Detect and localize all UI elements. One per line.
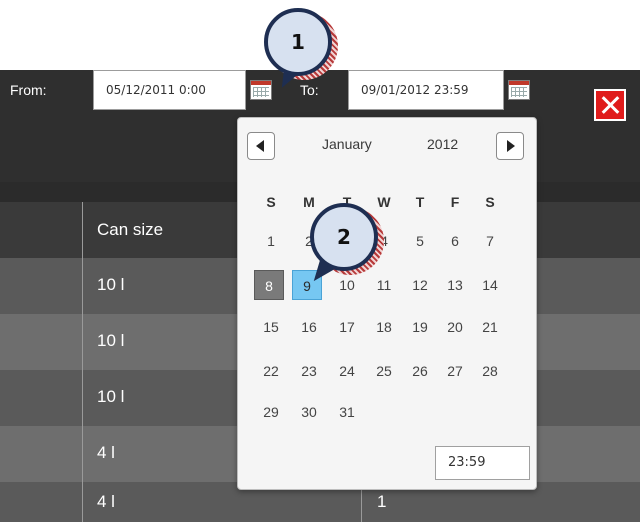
weekday-label: S	[266, 194, 276, 210]
calendar-day[interactable]: 15	[256, 312, 286, 342]
table-cell-can-size: 10 l	[97, 387, 125, 406]
column-divider	[82, 202, 83, 522]
calendar-day[interactable]: 25	[369, 356, 399, 386]
calendar-day[interactable]: 29	[256, 397, 286, 427]
calendar-day[interactable]: 26	[405, 356, 435, 386]
calendar-day[interactable]: 14	[475, 270, 505, 300]
calendar-day[interactable]: 7	[475, 226, 505, 256]
time-input[interactable]: 23:59	[435, 446, 530, 480]
calendar-day-today[interactable]: 8	[254, 270, 284, 300]
to-label: To:	[300, 82, 319, 98]
table-cell-can-size: 10 l	[97, 331, 125, 350]
calendar-day[interactable]: 22	[256, 356, 286, 386]
chevron-right-icon[interactable]	[496, 132, 524, 160]
to-date-input[interactable]: 09/01/2012 23:59	[348, 70, 504, 110]
calendar-day[interactable]: 27	[440, 356, 470, 386]
calendar-day[interactable]: 16	[294, 312, 324, 342]
table-cell-can-size: 4 l	[97, 443, 115, 462]
calendar-day[interactable]: 17	[332, 312, 362, 342]
calendar-day[interactable]: 6	[440, 226, 470, 256]
calendar-icon[interactable]	[250, 80, 272, 100]
weekday-label: S	[485, 194, 495, 210]
calendar-day[interactable]: 23	[294, 356, 324, 386]
close-icon[interactable]	[594, 89, 626, 121]
calendar-year[interactable]: 2012	[427, 136, 458, 152]
from-date-input[interactable]: 05/12/2011 0:00	[93, 70, 246, 110]
date-picker-popup: January 2012 S M T W T F S 1 2 3 4 5 6 7…	[237, 117, 537, 490]
from-label: From:	[10, 82, 47, 98]
weekday-label: F	[450, 194, 460, 210]
calendar-day[interactable]: 12	[405, 270, 435, 300]
callout-badge: 1	[264, 8, 332, 76]
chevron-left-icon[interactable]	[247, 132, 275, 160]
weekday-label: T	[415, 194, 425, 210]
table-cell-value: 1	[377, 492, 387, 511]
column-header-can-size[interactable]: Can size	[97, 220, 163, 240]
calendar-day[interactable]: 21	[475, 312, 505, 342]
callout-badge: 2	[310, 203, 378, 271]
calendar-icon[interactable]	[508, 80, 530, 100]
weekday-label: M	[303, 194, 315, 210]
weekday-label: W	[377, 194, 391, 210]
calendar-day[interactable]: 11	[369, 270, 399, 300]
calendar-day[interactable]: 20	[440, 312, 470, 342]
calendar-day[interactable]: 30	[294, 397, 324, 427]
calendar-month[interactable]: January	[322, 136, 372, 152]
calendar-day[interactable]: 31	[332, 397, 362, 427]
table-cell-can-size: 10 l	[97, 275, 125, 294]
table-cell-can-size: 4 l	[97, 492, 115, 511]
calendar-day[interactable]: 1	[256, 226, 286, 256]
calendar-day[interactable]: 19	[405, 312, 435, 342]
calendar-day[interactable]: 18	[369, 312, 399, 342]
calendar-day[interactable]: 13	[440, 270, 470, 300]
calendar-day[interactable]: 5	[405, 226, 435, 256]
calendar-day[interactable]: 24	[332, 356, 362, 386]
calendar-day[interactable]: 28	[475, 356, 505, 386]
